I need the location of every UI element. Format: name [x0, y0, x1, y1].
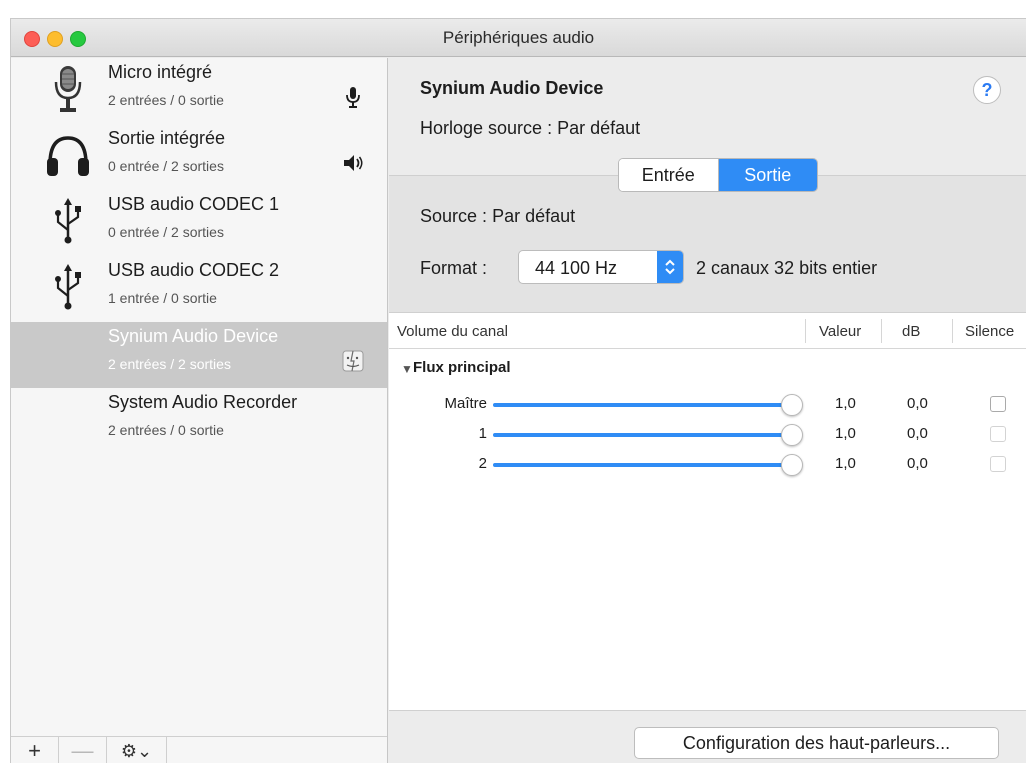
device-item-usb-codec-2[interactable]: USB audio CODEC 2 1 entrée / 0 sortie — [11, 256, 387, 322]
volume-slider-knob[interactable] — [781, 394, 803, 416]
mute-checkbox[interactable] — [990, 426, 1006, 442]
channel-db: 0,0 — [907, 425, 928, 442]
clock-source: Horloge source : Par défaut — [420, 118, 640, 139]
window-title: Périphériques audio — [442, 28, 595, 47]
channel-row-1: 1 1,0 0,0 — [389, 419, 1026, 449]
channel-row-2: 2 1,0 0,0 — [389, 449, 1026, 479]
volume-slider-track[interactable] — [493, 433, 789, 437]
source-value[interactable]: Par défaut — [492, 206, 575, 226]
audio-devices-window: Périphériques audio Micro intégré 2 entr… — [10, 18, 1026, 763]
device-channels: 2 entrées / 0 sortie — [108, 92, 224, 108]
format-value: 44 100 Hz — [535, 258, 618, 278]
device-item-synium[interactable]: Synium Audio Device 2 entrées / 2 sortie… — [11, 322, 387, 388]
channel-value: 1,0 — [835, 395, 856, 412]
device-title: Synium Audio Device — [420, 78, 604, 98]
help-button[interactable]: ? — [973, 76, 1001, 104]
device-name: Synium Audio Device — [108, 326, 279, 346]
usb-icon — [55, 264, 81, 310]
column-header-value[interactable]: Valeur — [819, 323, 861, 340]
volume-slider-knob[interactable] — [781, 424, 803, 446]
finder-badge-icon — [342, 350, 364, 372]
device-name: System Audio Recorder — [108, 392, 298, 412]
add-device-button[interactable]: + — [11, 737, 59, 763]
tab-input[interactable]: Entrée — [619, 159, 719, 191]
channel-volume-table: Volume du canal Valeur dB Silence ▼ Flux… — [389, 312, 1026, 710]
clock-source-label: Horloge source : — [420, 118, 553, 138]
remove-device-button[interactable]: — — [59, 737, 107, 763]
device-item-micro[interactable]: Micro intégré 2 entrées / 0 sortie — [11, 58, 387, 124]
group-name: Flux principal — [413, 359, 511, 376]
column-divider — [805, 319, 806, 343]
device-item-system-recorder[interactable]: System Audio Recorder 2 entrées / 0 sort… — [11, 388, 387, 454]
device-detail-panel: Synium Audio Device ? Horloge source : P… — [389, 58, 1026, 763]
column-header-channel[interactable]: Volume du canal — [397, 323, 508, 340]
device-channels: 2 entrées / 0 sortie — [108, 422, 224, 438]
gear-menu-button[interactable]: ⚙︎⌄ — [107, 737, 167, 763]
device-name: USB audio CODEC 1 — [108, 194, 280, 214]
channel-value: 1,0 — [835, 425, 856, 442]
device-item-usb-codec-1[interactable]: USB audio CODEC 1 0 entrée / 2 sorties — [11, 190, 387, 256]
headphones-icon — [47, 136, 89, 176]
group-row[interactable]: ▼ Flux principal — [389, 357, 1026, 381]
channel-db: 0,0 — [907, 395, 928, 412]
title-bar[interactable]: Périphériques audio — [11, 19, 1026, 57]
configure-speakers-button[interactable]: Configuration des haut-parleurs... — [634, 727, 999, 759]
footer-bar: Configuration des haut-parleurs... — [389, 710, 1026, 763]
chevron-updown-icon — [657, 251, 683, 283]
channel-label: 2 — [478, 455, 487, 472]
gear-icon: ⚙︎⌄ — [120, 740, 153, 761]
device-list: Micro intégré 2 entrées / 0 sortie Sorti… — [11, 58, 388, 763]
disclosure-triangle-icon[interactable]: ▼ — [401, 362, 413, 376]
mute-checkbox[interactable] — [990, 456, 1006, 472]
microphone-icon — [54, 66, 82, 112]
tab-output[interactable]: Sortie — [718, 159, 817, 191]
channel-value: 1,0 — [835, 455, 856, 472]
source-label: Source : — [420, 206, 488, 226]
output-settings: Source : Par défaut Format : 44 100 Hz 2… — [389, 176, 1026, 312]
column-header-db[interactable]: dB — [902, 323, 920, 340]
device-channels: 2 entrées / 2 sorties — [108, 356, 231, 372]
device-item-builtin-output[interactable]: Sortie intégrée 0 entrée / 2 sorties — [11, 124, 387, 190]
column-divider — [952, 319, 953, 343]
speaker-badge-icon — [344, 155, 363, 171]
mute-checkbox[interactable] — [990, 396, 1006, 412]
source-row: Source : Par défaut — [420, 206, 575, 227]
volume-slider-knob[interactable] — [781, 454, 803, 476]
device-channels: 0 entrée / 2 sorties — [108, 224, 224, 240]
format-label: Format : — [420, 258, 488, 278]
device-channels: 1 entrée / 0 sortie — [108, 290, 217, 306]
channel-label: Maître — [444, 395, 487, 412]
column-header-mute[interactable]: Silence — [965, 323, 1014, 340]
format-select[interactable]: 44 100 Hz — [518, 250, 684, 284]
channel-db: 0,0 — [907, 455, 928, 472]
device-name: Micro intégré — [108, 62, 213, 82]
direction-segmented-control: Entrée Sortie — [618, 158, 818, 192]
volume-slider-track[interactable] — [493, 463, 789, 467]
clock-source-value[interactable]: Par défaut — [557, 118, 640, 138]
device-channels: 0 entrée / 2 sorties — [108, 158, 224, 174]
channel-label: 1 — [478, 425, 487, 442]
device-name: USB audio CODEC 2 — [108, 260, 280, 280]
column-divider — [881, 319, 882, 343]
channel-row-master: Maître 1,0 0,0 — [389, 389, 1026, 419]
format-description: 2 canaux 32 bits entier — [696, 258, 878, 278]
usb-icon — [55, 198, 81, 244]
table-header: Volume du canal Valeur dB Silence — [389, 313, 1026, 349]
volume-slider-track[interactable] — [493, 403, 789, 407]
sidebar-toolbar: + — ⚙︎⌄ — [11, 736, 387, 763]
microphone-badge-icon — [346, 87, 360, 108]
device-name: Sortie intégrée — [108, 128, 226, 148]
